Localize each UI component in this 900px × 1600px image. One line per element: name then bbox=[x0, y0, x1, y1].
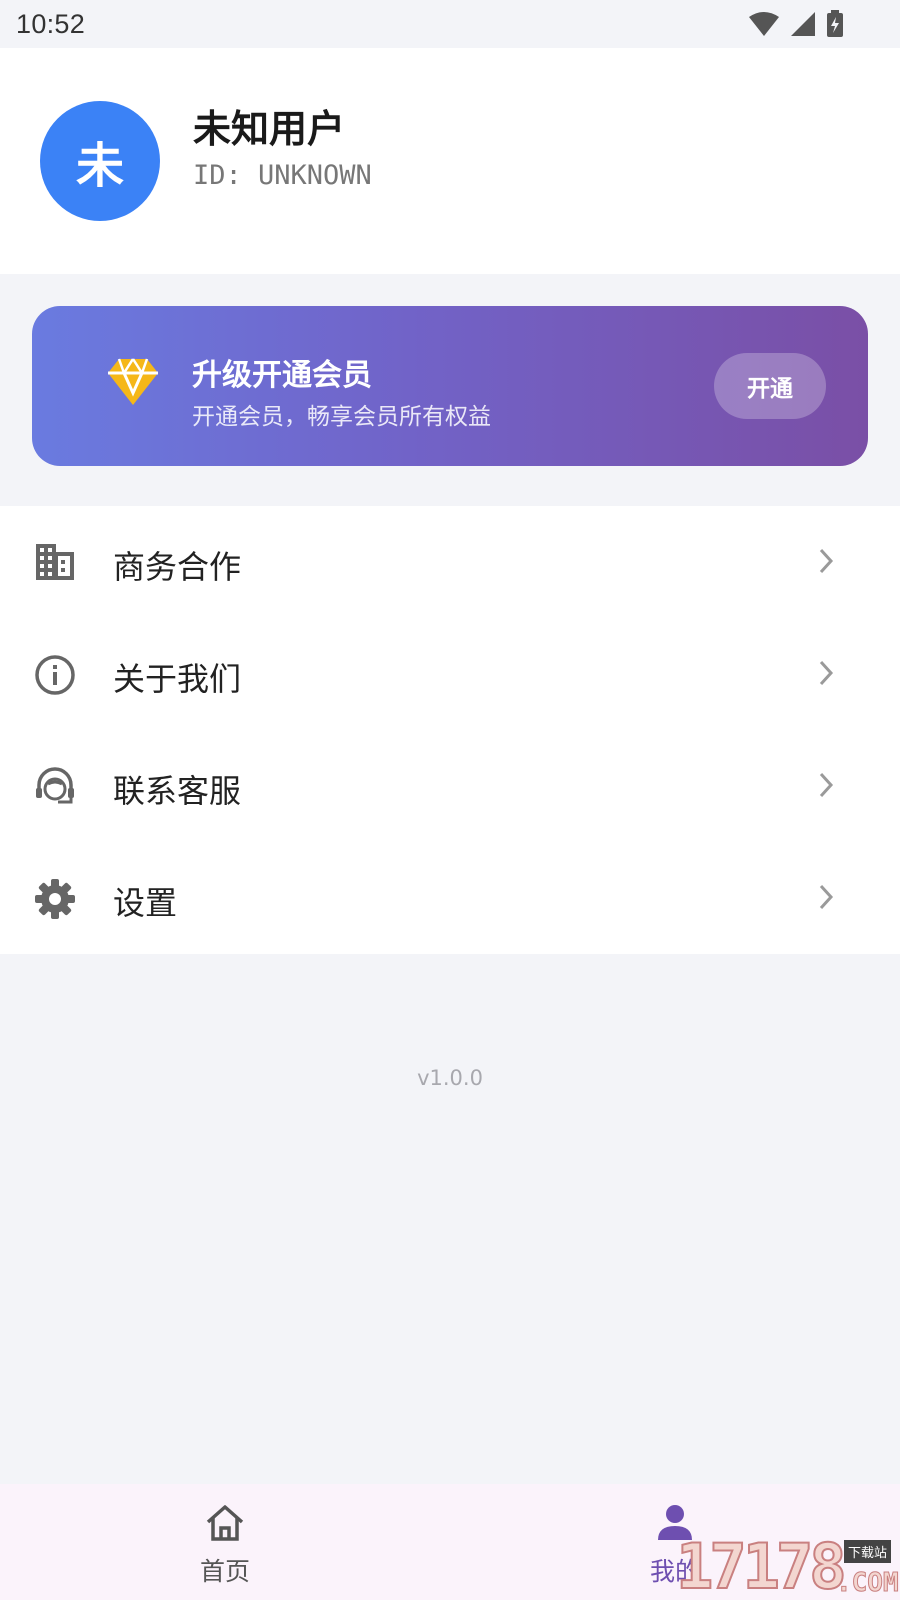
watermark-logo: 17178 下载站 .COM bbox=[675, 1529, 900, 1600]
menu-item-about[interactable]: 关于我们 bbox=[0, 618, 900, 730]
settings-menu: 商务合作 关于我们 联系客服 设置 bbox=[0, 506, 900, 954]
vip-upgrade-card[interactable]: 升级开通会员 开通会员，畅享会员所有权益 开通 bbox=[32, 306, 868, 466]
avatar[interactable]: 未 bbox=[40, 101, 160, 221]
vip-title: 升级开通会员 bbox=[192, 358, 372, 393]
building-icon bbox=[34, 542, 76, 584]
profile-id: ID: UNKNOWN bbox=[193, 160, 372, 191]
info-icon bbox=[34, 654, 76, 696]
menu-item-business[interactable]: 商务合作 bbox=[0, 506, 900, 618]
profile-header: 未 未知用户 ID: UNKNOWN bbox=[0, 48, 900, 274]
battery-charging-icon bbox=[826, 10, 844, 38]
wifi-icon bbox=[748, 11, 780, 37]
diamond-icon bbox=[107, 357, 159, 411]
chevron-right-icon bbox=[818, 772, 834, 802]
menu-item-customer-service[interactable]: 联系客服 bbox=[0, 730, 900, 842]
home-icon bbox=[205, 1504, 245, 1546]
gear-icon bbox=[34, 878, 76, 920]
chevron-right-icon bbox=[818, 884, 834, 914]
nav-tab-home[interactable]: 首页 bbox=[115, 1484, 335, 1600]
chevron-right-icon bbox=[818, 660, 834, 690]
watermark-suffix: .COM bbox=[836, 1568, 900, 1599]
vip-activate-button[interactable]: 开通 bbox=[714, 353, 826, 419]
vip-subtitle: 开通会员，畅享会员所有权益 bbox=[192, 404, 491, 430]
profile-name: 未知用户 bbox=[193, 107, 346, 151]
menu-label-business: 商务合作 bbox=[113, 548, 242, 586]
menu-label-about: 关于我们 bbox=[113, 660, 242, 698]
watermark-tag: 下载站 bbox=[844, 1540, 892, 1563]
chevron-right-icon bbox=[818, 548, 834, 578]
app-version: v1.0.0 bbox=[417, 1066, 483, 1090]
watermark-digits: 17178 bbox=[675, 1529, 848, 1600]
menu-label-settings: 设置 bbox=[113, 884, 178, 922]
menu-item-settings[interactable]: 设置 bbox=[0, 842, 900, 954]
status-icons bbox=[748, 10, 844, 38]
signal-icon bbox=[790, 11, 816, 37]
nav-label-home: 首页 bbox=[199, 1557, 250, 1586]
menu-label-customer-service: 联系客服 bbox=[113, 772, 242, 810]
status-time: 10:52 bbox=[16, 8, 86, 39]
status-bar: 10:52 bbox=[0, 0, 900, 48]
headset-icon bbox=[34, 766, 76, 808]
